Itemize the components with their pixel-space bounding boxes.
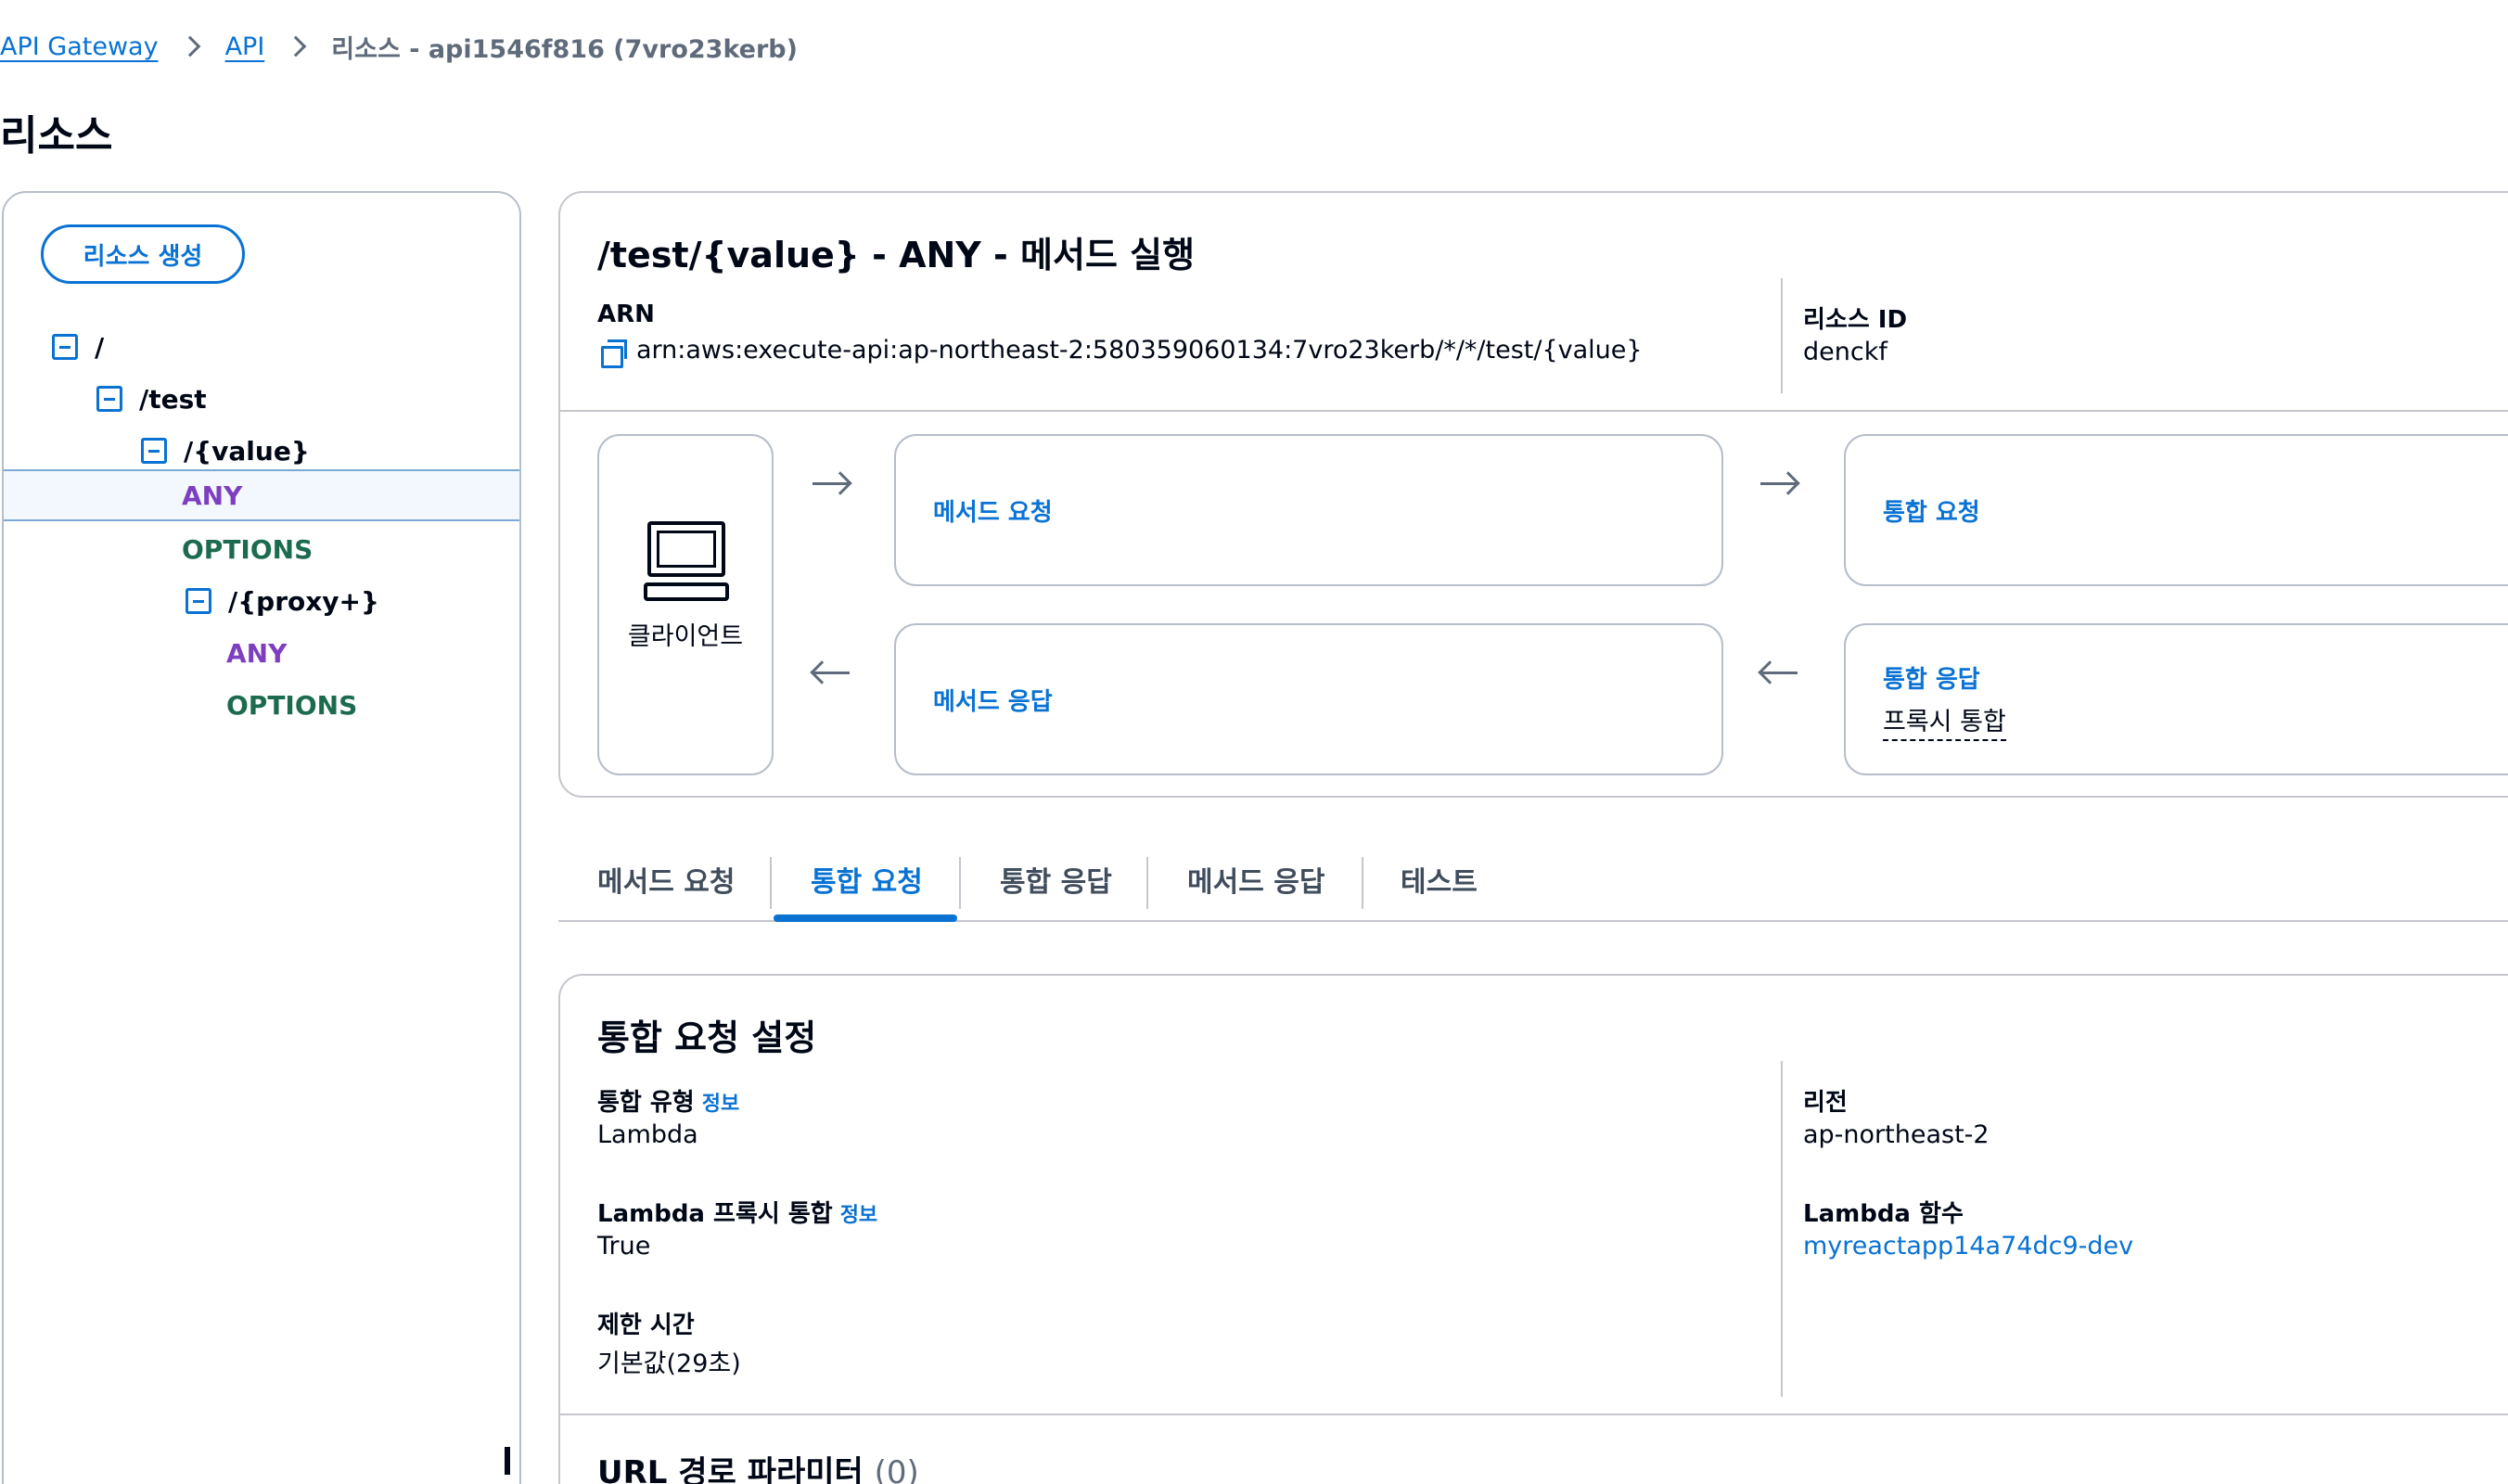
divider [560, 410, 2508, 412]
laptop-icon [644, 521, 729, 605]
tree-node-root[interactable]: / [4, 321, 519, 373]
method-tabs: 메서드 요청 통합 요청 통합 응답 메서드 응답 테스트 [558, 844, 2508, 922]
divider [1781, 1061, 1783, 1397]
tab-integration-response[interactable]: 통합 응답 [1000, 850, 1112, 909]
collapse-icon[interactable] [52, 334, 78, 360]
panel-resize-handle[interactable] [505, 1447, 510, 1475]
timeout-value: 기본값(29초) [597, 1350, 741, 1378]
info-link[interactable]: 정보 [840, 1204, 877, 1227]
arn-text: arn:aws:execute-api:ap-northeast-2:58035… [636, 336, 1643, 365]
method-execution-title: /test/{value} - ANY - 메서드 실행 [597, 235, 1196, 275]
tree-node-proxy[interactable]: /{proxy+} [4, 575, 519, 627]
arn-label: ARN [597, 301, 655, 328]
create-resource-button[interactable]: 리소스 생성 [41, 224, 245, 284]
active-tab-indicator [774, 915, 957, 922]
breadcrumb-current: 리소스 - api1546f816 (7vro23kerb) [331, 34, 798, 64]
arrow-left-icon [1758, 660, 1799, 686]
method-response-link[interactable]: 메서드 응답 [933, 683, 1053, 717]
tree-node-label: /test [139, 383, 207, 415]
collapse-icon[interactable] [186, 588, 211, 614]
tree-method-proxy-any[interactable]: ANY [4, 627, 519, 679]
tab-integration-request[interactable]: 통합 요청 [811, 850, 923, 909]
method-request-box[interactable]: 메서드 요청 [894, 434, 1723, 586]
collapse-icon[interactable] [96, 386, 122, 412]
tab-divider [770, 857, 772, 909]
tab-method-request[interactable]: 메서드 요청 [597, 850, 735, 909]
settings-title: 통합 요청 설정 [597, 1017, 817, 1058]
proxy-integration-label: 프록시 통합 [1883, 701, 2006, 741]
breadcrumb-api-gateway[interactable]: API Gateway [0, 32, 159, 61]
page-title: 리소스 [0, 112, 113, 160]
breadcrumb: API Gateway API 리소스 - api1546f816 (7vro2… [0, 28, 798, 65]
integration-request-box[interactable]: 통합 요청 [1844, 434, 2508, 586]
integration-request-settings-panel: 통합 요청 설정 통합 유형 정보 Lambda Lambda 프록시 통합 정보 … [558, 974, 2508, 1484]
chevron-right-icon [285, 35, 307, 58]
tree-node-label: /{proxy+} [228, 585, 379, 617]
lambda-proxy-label: Lambda 프록시 통합 정보 [597, 1200, 878, 1228]
client-label: 클라이언트 [627, 622, 744, 651]
tab-divider [1362, 857, 1363, 909]
tree-method-proxy-options[interactable]: OPTIONS [4, 679, 519, 731]
resource-tree-panel: 리소스 생성 / /test /{value} ANY OPTIONS /{pr… [2, 191, 521, 1484]
tree-method-options[interactable]: OPTIONS [4, 523, 519, 575]
timeout-label: 제한 시간 [597, 1311, 695, 1339]
tree-node-test[interactable]: /test [4, 373, 519, 425]
tree-node-label: /{value} [184, 435, 310, 467]
region-label: 리전 [1803, 1089, 1848, 1117]
tab-method-response[interactable]: 메서드 응답 [1187, 850, 1324, 909]
lambda-function-label: Lambda 함수 [1803, 1200, 1964, 1228]
region-value: ap-northeast-2 [1803, 1120, 1990, 1149]
lambda-proxy-value: True [597, 1232, 651, 1260]
method-label: OPTIONS [226, 689, 358, 721]
url-path-params-heading: URL 경로 파라미터 (0) [597, 1447, 919, 1484]
tab-divider [1146, 857, 1148, 909]
resource-id-label: 리소스 ID [1803, 306, 1908, 334]
tab-divider [959, 857, 961, 909]
url-path-params-count: (0) [874, 1454, 919, 1484]
method-response-box[interactable]: 메서드 응답 [894, 623, 1723, 775]
collapse-icon[interactable] [141, 438, 167, 464]
integration-type-label: 통합 유형 정보 [597, 1089, 740, 1117]
tab-test[interactable]: 테스트 [1401, 850, 1478, 909]
info-link[interactable]: 정보 [702, 1093, 739, 1116]
method-execution-panel: /test/{value} - ANY - 메서드 실행 ARN arn:aws… [558, 191, 2508, 798]
lambda-function-link[interactable]: myreactapp14a74dc9-dev [1803, 1232, 2133, 1260]
arrow-left-icon [810, 660, 851, 686]
integration-request-link[interactable]: 통합 요청 [1883, 493, 1980, 528]
chevron-right-icon [179, 35, 200, 58]
divider [1781, 278, 1783, 393]
tree-method-any-selected[interactable]: ANY [4, 469, 519, 521]
integration-response-box[interactable]: 통합 응답 프록시 통합 [1844, 623, 2508, 775]
copy-icon[interactable] [601, 339, 627, 368]
method-request-link[interactable]: 메서드 요청 [933, 493, 1053, 528]
method-label: OPTIONS [182, 533, 314, 565]
client-box: 클라이언트 [597, 434, 774, 775]
method-label: ANY [182, 480, 243, 511]
integration-type-value: Lambda [597, 1120, 698, 1149]
method-label: ANY [226, 637, 288, 669]
divider [560, 1414, 2508, 1415]
tree-node-label: / [95, 331, 105, 363]
arrow-right-icon [1759, 471, 1800, 497]
breadcrumb-api[interactable]: API [225, 32, 265, 61]
api-gateway-console: API Gateway API 리소스 - api1546f816 (7vro2… [0, 0, 2508, 1484]
arn-value: arn:aws:execute-api:ap-northeast-2:58035… [601, 336, 1643, 368]
resource-id-value: denckf [1803, 338, 1887, 366]
integration-response-link[interactable]: 통합 응답 [1883, 660, 1980, 695]
arrow-right-icon [811, 471, 852, 497]
